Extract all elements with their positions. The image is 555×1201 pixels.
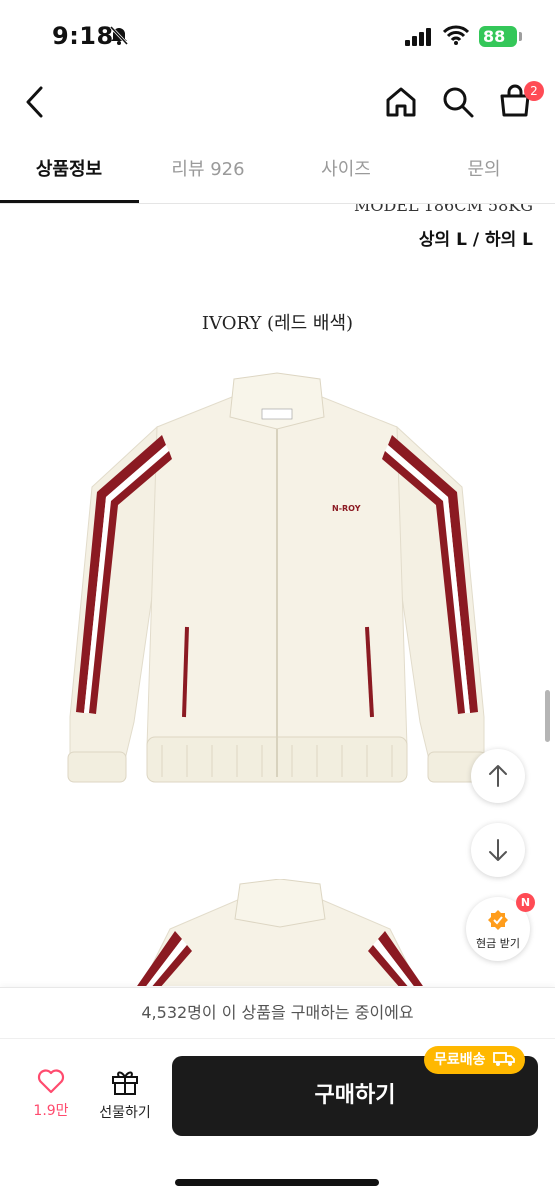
buying-notice: 4,532명이 이 상품을 구매하는 중이에요 [0, 988, 555, 1039]
like-count: 1.9만 [33, 1103, 69, 1119]
scroll-up-button[interactable] [471, 749, 525, 803]
tab-reviews[interactable]: 리뷰 926 [139, 140, 277, 200]
gift-button[interactable]: 선물하기 [90, 1068, 160, 1122]
status-time: 9:18 [52, 22, 114, 50]
like-button[interactable]: 1.9만 [20, 1068, 82, 1120]
home-icon[interactable] [384, 85, 418, 123]
bell-muted-icon [108, 24, 130, 50]
new-badge: N [516, 893, 535, 912]
home-indicator [175, 1179, 379, 1186]
active-tab-indicator [0, 200, 139, 203]
battery-level: 88 [483, 27, 506, 46]
arrow-up-icon [489, 765, 507, 787]
jacket-logo: N-ROY [332, 504, 361, 513]
top-navigation [0, 70, 555, 134]
back-arrow-icon[interactable] [20, 84, 50, 120]
cellular-signal-icon [405, 28, 433, 50]
page-scrollbar[interactable] [545, 690, 550, 742]
gift-label: 선물하기 [99, 1105, 151, 1121]
status-bar: 9:18 88 [0, 0, 555, 70]
heart-icon [37, 1069, 65, 1094]
wifi-icon [442, 25, 470, 49]
search-icon[interactable] [441, 85, 475, 123]
tab-product-info[interactable]: 상품정보 [0, 140, 138, 200]
truck-icon [493, 1052, 516, 1066]
gift-icon [112, 1071, 138, 1095]
free-shipping-label: 무료배송 [434, 1052, 486, 1068]
purchase-bar: 4,532명이 이 상품을 구매하는 중이에요 1.9만 선물하기 구매하기 [0, 987, 555, 1201]
badge-check-icon [488, 910, 508, 930]
color-caption: IVORY (레드 배색) [201, 313, 354, 334]
jacket-second-image [137, 879, 423, 986]
size-info: 상의 L / 하의 L [418, 230, 533, 250]
model-info: MODEL 186CM 58KG [353, 204, 533, 215]
cart-count-badge: 2 [524, 81, 544, 101]
jacket-front-image: N-ROY [67, 372, 487, 783]
tab-inquiry[interactable]: 문의 [415, 140, 553, 200]
product-tabs: 상품정보 리뷰 926 사이즈 문의 [0, 140, 555, 204]
free-shipping-badge: 무료배송 [424, 1046, 526, 1074]
battery-cap [519, 32, 522, 41]
battery-icon: 88 [479, 26, 517, 47]
cash-reward-label: 현금 받기 [476, 937, 520, 950]
scroll-down-button[interactable] [471, 823, 525, 877]
tab-size[interactable]: 사이즈 [277, 140, 415, 200]
arrow-down-icon [489, 839, 507, 861]
